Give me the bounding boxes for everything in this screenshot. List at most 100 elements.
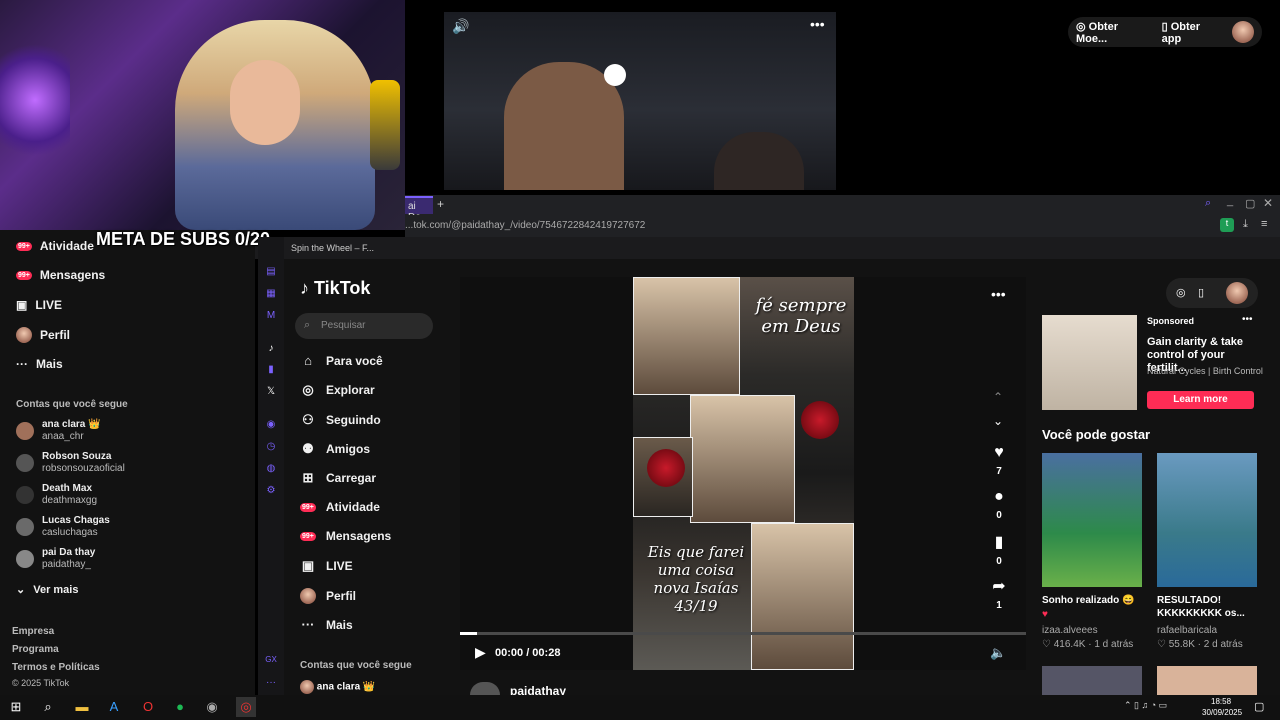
following-item[interactable]: Death Max deathmaxgg [16, 483, 97, 507]
nav-item-live[interactable]: ▣ LIVE [16, 298, 62, 312]
tiktok-nav-for-you[interactable]: ⌂ Para você [300, 353, 383, 368]
search-icon[interactable]: ⌕ [1205, 197, 1211, 210]
phone-icon[interactable]: ▯ [1198, 286, 1204, 299]
notifications-icon[interactable]: ▢ [1254, 700, 1264, 713]
ad-thumbnail[interactable] [1042, 315, 1137, 410]
loading-indicator [604, 64, 626, 86]
following-item[interactable]: ana clara 👑 [300, 680, 375, 694]
tiktok-nav-friends[interactable]: ⚉ Amigos [300, 441, 370, 457]
video-progress-bar[interactable] [460, 632, 1026, 635]
card-title[interactable]: RESULTADO! KKKKKKKKK os... [1157, 594, 1267, 620]
recommended-video-card[interactable] [1157, 666, 1257, 695]
nav-item-atividade[interactable]: 99+ Atividade [16, 239, 94, 253]
nav-item-mensagens[interactable]: 99+ Mensagens [16, 268, 105, 282]
new-tab-icon[interactable]: + [437, 197, 444, 211]
app-icon[interactable]: ◉ [202, 697, 222, 717]
nav-item-perfil[interactable]: Perfil [16, 327, 70, 343]
tiktok-nav-following[interactable]: ⚇ Seguindo [300, 412, 381, 428]
following-item[interactable]: Robson Souza robsonsouzaoficial [16, 451, 125, 475]
speaker-icon[interactable]: 🔊 [452, 18, 469, 35]
tiktok-icon[interactable]: ♪ [265, 343, 277, 355]
minimize-icon[interactable]: _ [1227, 195, 1233, 207]
maximize-icon[interactable]: ▢ [1245, 197, 1255, 210]
video-content[interactable]: fé sempre em Deus Eis que farei uma cois… [633, 277, 854, 670]
clock-date[interactable]: 30/09/2025 [1202, 708, 1242, 717]
play-icon[interactable]: ▶ [475, 644, 486, 661]
tiktok-logo[interactable]: ♪ TikTok [300, 278, 370, 299]
search-icon[interactable]: ⌕ [38, 697, 58, 717]
see-more-button[interactable]: ⌄ Ver mais [16, 583, 78, 597]
history-icon[interactable]: ◷ [265, 441, 277, 453]
chevron-down-icon[interactable]: ⌄ [993, 414, 1003, 428]
following-item[interactable]: ana clara 👑 anaa_chr [16, 419, 101, 443]
following-item[interactable]: Lucas Chagas casluchagas [16, 515, 110, 539]
spotify-icon[interactable]: ● [170, 697, 190, 717]
more-icon[interactable]: ••• [1242, 314, 1253, 325]
tiktok-nav-upload[interactable]: ⊞ Carregar [300, 470, 376, 486]
tiktok-nav-activity[interactable]: 99+ Atividade [300, 500, 380, 514]
url-text[interactable]: ...tok.com/@paidathay_/video/75467228424… [405, 220, 645, 231]
card-author[interactable]: rafaelbaricala [1157, 625, 1217, 636]
recommended-video-card[interactable] [1042, 453, 1142, 587]
panel-icon[interactable]: M [265, 310, 277, 322]
footer-link[interactable]: Programa [12, 644, 59, 655]
more-icon[interactable]: ••• [991, 286, 1006, 302]
app-icon[interactable]: A [104, 697, 124, 717]
coins-icon[interactable]: ◎ [1176, 286, 1186, 299]
learn-more-button[interactable]: Learn more [1147, 391, 1254, 409]
system-tray[interactable]: ⌃ ▯ ♫ ◔ ▭ [1124, 700, 1167, 711]
gx-icon[interactable]: GX [265, 655, 277, 667]
top-video-player[interactable]: 🔊 ••• [444, 12, 836, 190]
more-icon[interactable]: ••• [810, 16, 825, 32]
get-app-button[interactable]: ▯ Obter app [1162, 20, 1223, 45]
menu-icon[interactable]: ≡ [1261, 218, 1267, 230]
bookmark-icon: ▮ [994, 534, 1004, 551]
panel-icon[interactable]: ▤ [265, 266, 277, 278]
tiktok-nav-messages[interactable]: 99+ Mensagens [300, 529, 391, 543]
windows-start-icon[interactable]: ⊞ [6, 697, 26, 717]
x-icon[interactable]: 𝕏 [265, 386, 277, 398]
address-bar[interactable]: ...tok.com/@paidathay_/video/75467228424… [405, 215, 1280, 237]
footer-link[interactable]: Empresa [12, 626, 54, 637]
settings-icon[interactable]: ⚙ [265, 485, 277, 497]
opera-gx-icon[interactable]: ◎ [236, 697, 256, 717]
recommended-video-card[interactable] [1042, 666, 1142, 695]
download-icon[interactable]: ⤓ [1243, 218, 1248, 231]
panel-icon[interactable]: ▦ [265, 288, 277, 300]
comment-button[interactable]: ● 0 [985, 488, 1013, 521]
following-icon: ⚇ [302, 412, 314, 427]
following-item[interactable]: pai Da thay paidathay_ [16, 547, 95, 571]
bookmark-item[interactable]: Spin the Wheel – F... [291, 243, 374, 253]
volume-icon[interactable]: 🔈 [990, 645, 1006, 661]
taskbar [0, 695, 1280, 720]
avatar[interactable] [1226, 282, 1248, 304]
tiktok-nav-explore[interactable]: ◎ Explorar [300, 382, 374, 398]
tiktok-nav-profile[interactable]: Perfil [300, 588, 356, 604]
close-icon[interactable]: ✕ [1263, 196, 1273, 210]
save-button[interactable]: ▮ 0 [985, 532, 1013, 567]
recommended-video-card[interactable] [1157, 453, 1257, 587]
play-circle-icon[interactable]: ◉ [265, 419, 277, 431]
extension-icon[interactable]: t [1220, 218, 1234, 232]
twitch-icon[interactable]: ▮ [265, 364, 277, 376]
more-icon[interactable]: ··· [265, 677, 277, 689]
file-explorer-icon[interactable]: ▬ [72, 697, 92, 717]
coins-button[interactable]: ◎ Obter Moe... [1076, 20, 1152, 45]
card-title[interactable]: Sonho realizado 😄 [1042, 594, 1134, 607]
tiktok-nav-live[interactable]: ▣ LIVE [300, 558, 353, 574]
chevron-up-icon[interactable]: ⌃ [993, 390, 1003, 404]
like-button[interactable]: ♥ 7 [985, 444, 1013, 477]
avatar[interactable] [1232, 21, 1255, 43]
share-button[interactable]: ➦ 1 [985, 576, 1013, 611]
more-icon: ··· [301, 617, 315, 632]
opera-icon[interactable]: O [138, 697, 158, 717]
tiktok-nav-more[interactable]: ··· Mais [300, 617, 353, 632]
card-author[interactable]: izaa.alveees [1042, 625, 1098, 636]
browser-tab[interactable]: ai De [405, 196, 433, 223]
footer-link[interactable]: Termos e Políticas [12, 662, 100, 673]
search-input[interactable]: ⌕ Pesquisar [295, 313, 433, 339]
profile-avatar [16, 327, 32, 343]
nav-item-mais[interactable]: ··· Mais [16, 357, 63, 371]
clock-time[interactable]: 18:58 [1211, 697, 1231, 706]
chat-icon[interactable]: ◍ [265, 463, 277, 475]
